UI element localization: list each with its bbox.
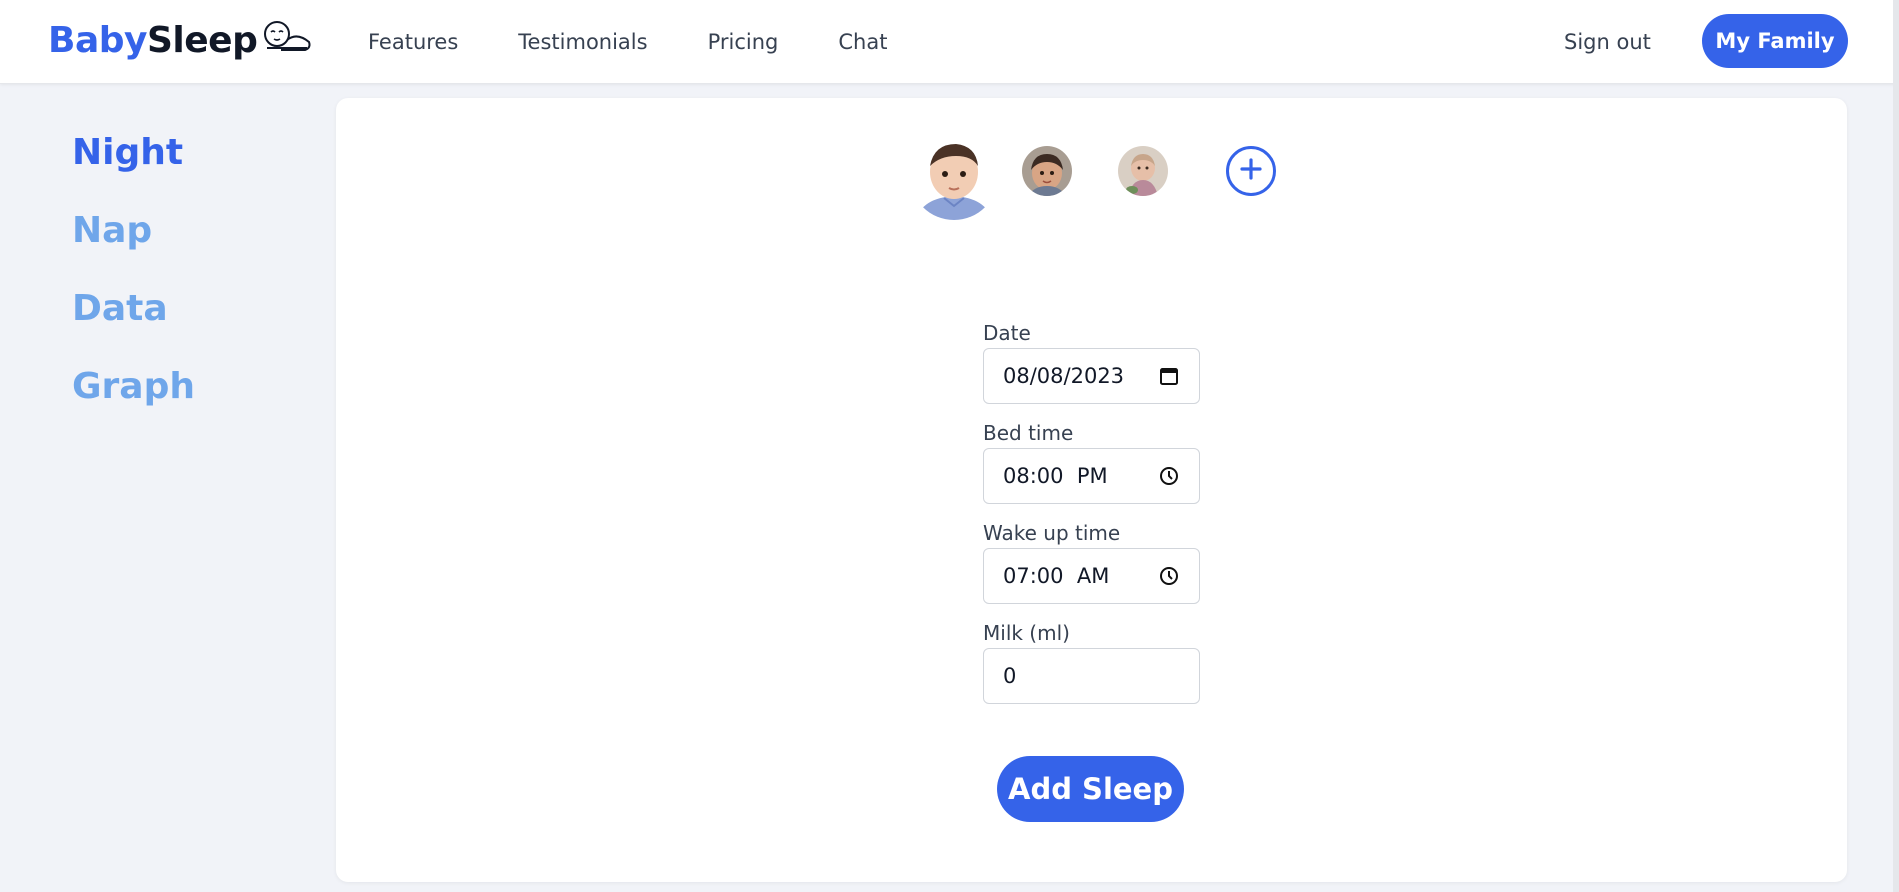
sidebar-item-nap[interactable]: Nap	[72, 206, 195, 284]
date-label: Date	[983, 321, 1031, 345]
date-field[interactable]: 08/08/2023	[983, 348, 1200, 404]
calendar-icon[interactable]	[1159, 366, 1179, 391]
child-avatar-3[interactable]	[1118, 146, 1168, 196]
add-sleep-button[interactable]: Add Sleep	[997, 756, 1184, 822]
sidebar-item-night[interactable]: Night	[72, 128, 195, 206]
sleeping-baby-icon	[257, 18, 313, 63]
milk-value: 0	[1003, 664, 1017, 688]
child-avatar-2[interactable]	[1022, 146, 1072, 196]
brand-logo[interactable]: Baby Sleep	[48, 14, 313, 66]
brand-name-part1: Baby	[48, 19, 147, 61]
brand-name-part2: Sleep	[146, 19, 258, 61]
sidebar-item-graph[interactable]: Graph	[72, 362, 195, 440]
sleep-form: Date 08/08/2023 Bed time 08:00 PM Wake u…	[983, 318, 1203, 718]
nav-features[interactable]: Features	[368, 30, 458, 54]
my-family-button[interactable]: My Family	[1702, 14, 1848, 68]
wake-time-value: 07:00 AM	[1003, 564, 1110, 588]
plus-circle-icon	[1238, 156, 1264, 186]
date-value: 08/08/2023	[1003, 364, 1125, 388]
nav-pricing[interactable]: Pricing	[708, 30, 779, 54]
nav-testimonials[interactable]: Testimonials	[518, 30, 647, 54]
top-header: Baby Sleep Features Testimonials Pricing …	[0, 0, 1899, 84]
clock-icon[interactable]	[1159, 466, 1179, 491]
milk-field[interactable]: 0	[983, 648, 1200, 704]
child-selector	[910, 132, 1310, 222]
milk-label: Milk (ml)	[983, 621, 1070, 645]
bed-time-label: Bed time	[983, 421, 1074, 445]
page-scrollbar[interactable]	[1893, 0, 1899, 892]
sidebar-item-data[interactable]: Data	[72, 284, 195, 362]
sign-out-link[interactable]: Sign out	[1564, 0, 1651, 84]
sidebar: Night Nap Data Graph	[72, 128, 195, 440]
wake-time-label: Wake up time	[983, 521, 1121, 545]
bed-time-value: 08:00 PM	[1003, 464, 1108, 488]
nav-chat[interactable]: Chat	[838, 30, 887, 54]
main-card: Date 08/08/2023 Bed time 08:00 PM Wake u…	[336, 98, 1847, 882]
child-avatar-selected[interactable]	[910, 132, 998, 220]
main-nav: Features Testimonials Pricing Chat	[368, 0, 947, 84]
add-child-button[interactable]	[1226, 146, 1276, 196]
wake-time-field[interactable]: 07:00 AM	[983, 548, 1200, 604]
bed-time-field[interactable]: 08:00 PM	[983, 448, 1200, 504]
clock-icon[interactable]	[1159, 566, 1179, 591]
